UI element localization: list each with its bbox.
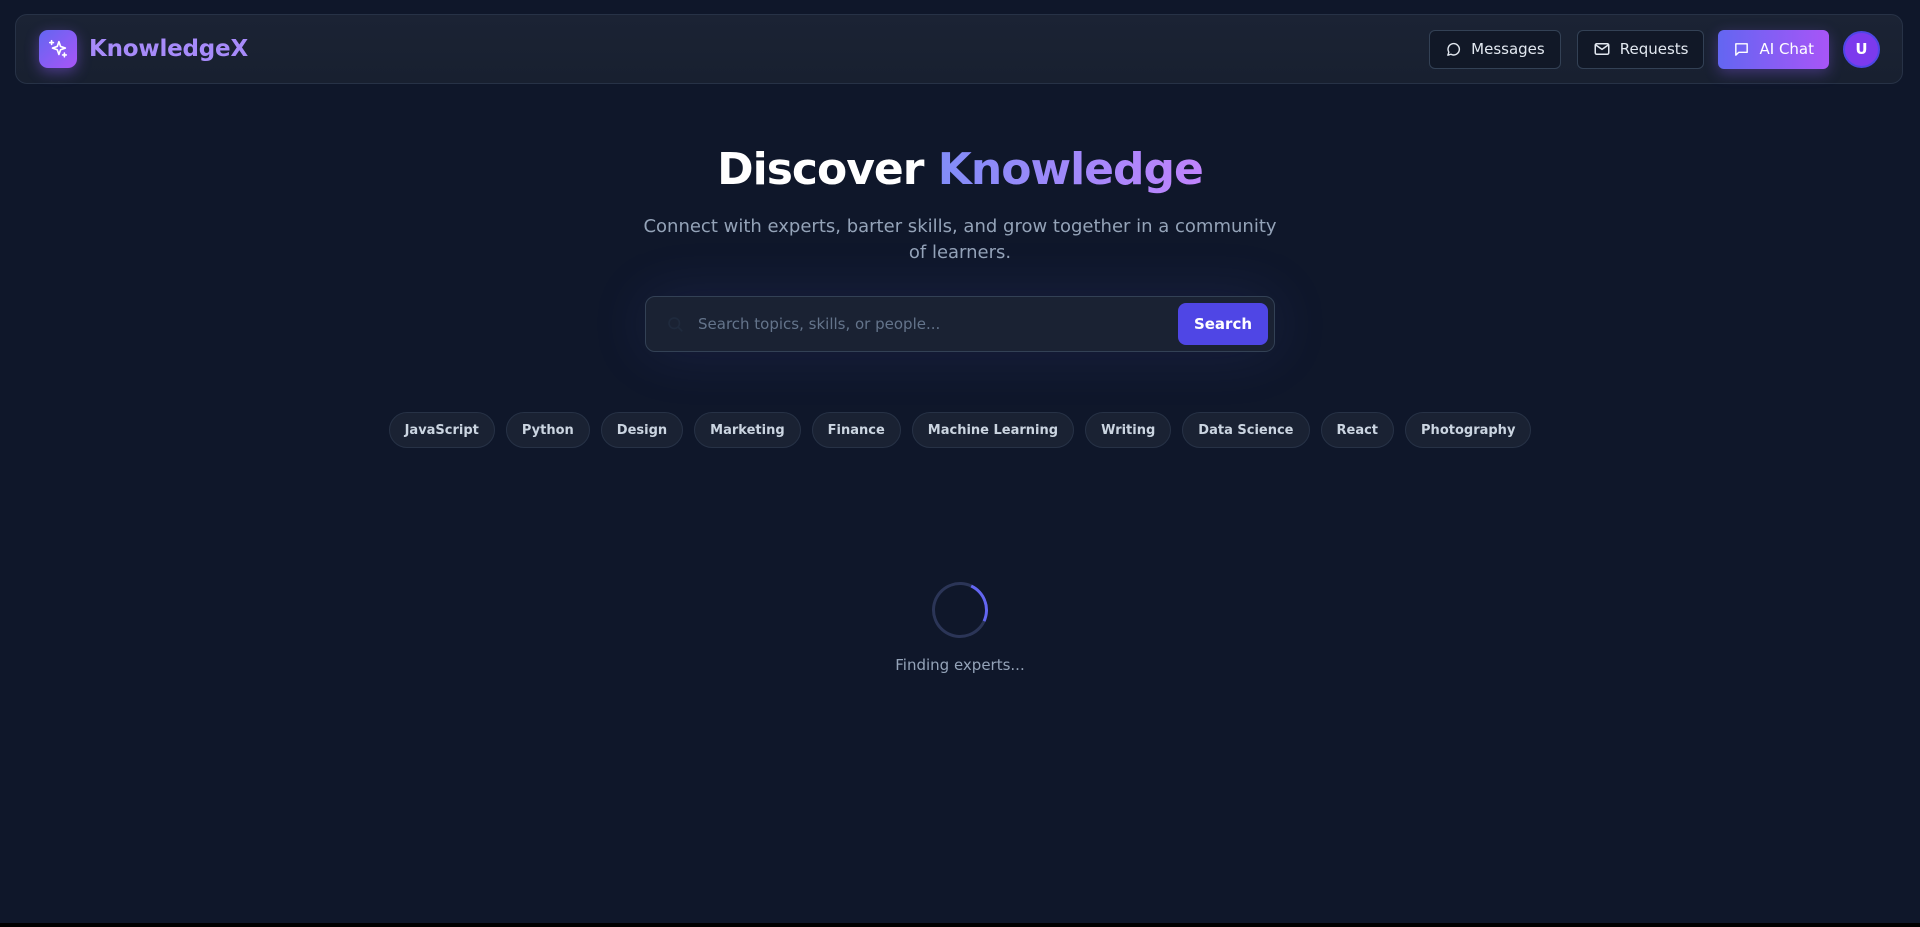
hero-subtitle: Connect with experts, barter skills, and… [643,216,1277,263]
search-button[interactable]: Search [1178,303,1268,345]
requests-button[interactable]: Requests [1576,29,1705,69]
search-bar: Search [645,296,1275,352]
mail-icon [1594,43,1610,55]
messages-label: Messages [1471,40,1545,58]
tag-chip[interactable]: Python [505,412,590,448]
nav-actions: Messages Requests AI Chat U [1429,29,1880,69]
search-icon [668,317,683,332]
page: KnowledgeX Messages Requests AI Chat U D… [0,0,1920,927]
popular-tags: JavaScript Python Design Marketing Finance Ma… [0,412,1920,448]
user-avatar[interactable]: U [1843,30,1880,68]
sparkles-icon [39,30,77,68]
chat-square-icon [1735,42,1749,56]
tag-chip[interactable]: Data Science [1182,412,1310,448]
brand-name: KnowledgeX [89,36,248,62]
tag-chip[interactable]: JavaScript [388,412,495,448]
brand[interactable]: KnowledgeX [39,30,248,68]
ai-chat-button[interactable]: AI Chat [1718,29,1829,69]
top-navbar: KnowledgeX Messages Requests AI Chat U [15,14,1903,84]
message-circle-icon [1447,42,1461,56]
loading-text: Finding experts... [895,656,1025,674]
tag-chip[interactable]: Finance [811,412,901,448]
loading-indicator: Finding experts... [0,574,1920,674]
tag-chip[interactable]: React [1320,412,1395,448]
page-title: Discover Knowledge [0,140,1920,200]
hero-section: Discover Knowledge Connect with experts,… [0,140,1920,266]
tag-chip[interactable]: Design [600,412,684,448]
messages-button[interactable]: Messages [1429,29,1561,69]
tag-chip[interactable]: Marketing [694,412,801,448]
ai-chat-label: AI Chat [1759,40,1814,58]
tag-chip[interactable]: Writing [1085,412,1172,448]
bottom-edge [0,923,1920,927]
title-part-2: Knowledge [937,144,1204,195]
tag-chip[interactable]: Machine Learning [911,412,1075,448]
spinner-icon [924,574,996,646]
avatar-initial: U [1855,40,1868,58]
requests-label: Requests [1619,40,1689,58]
tag-chip[interactable]: Photography [1405,412,1532,448]
search-input[interactable] [696,303,1178,345]
title-part-1: Discover [717,144,924,195]
